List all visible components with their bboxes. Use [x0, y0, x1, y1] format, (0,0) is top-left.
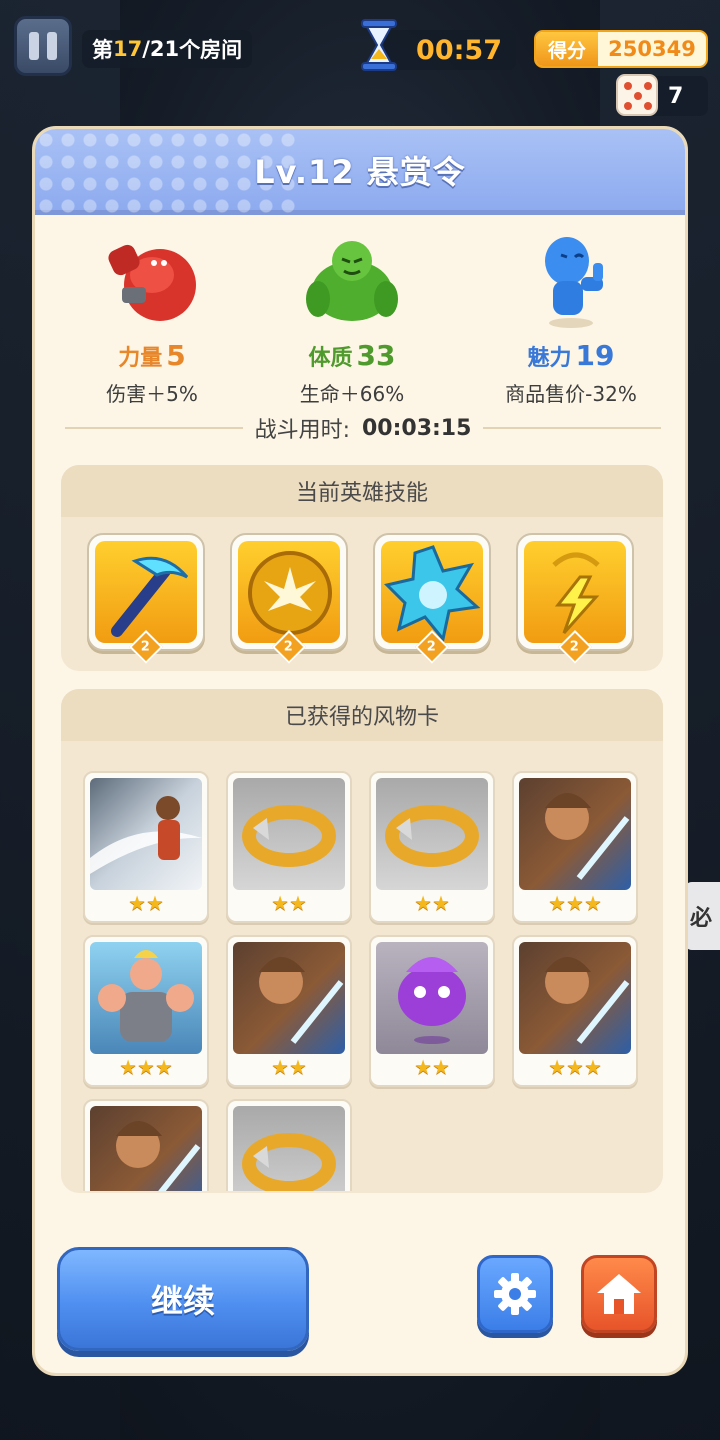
battle-time: 战斗用时: 00:03:15	[65, 413, 661, 444]
card-stars: ★★	[271, 1055, 307, 1079]
muscle-man-art	[90, 942, 202, 1054]
stat-strength: 力量 5 伤害＋5%	[57, 233, 247, 407]
card-blade-warrior[interactable]: ★★	[83, 771, 209, 923]
purple-ghost-art	[376, 942, 488, 1054]
panel-header: Lv.12 悬赏令	[35, 129, 685, 215]
dice-pip	[644, 82, 652, 90]
room-progress: 第 17/21 个房间	[82, 30, 253, 68]
dice-pip	[624, 102, 632, 110]
hero-skills-title: 当前英雄技能	[61, 465, 663, 517]
hero-skills-section: 当前英雄技能 2 2 2 2	[61, 465, 663, 671]
card-stars: ★★★	[119, 1055, 173, 1079]
settings-button[interactable]	[477, 1255, 553, 1333]
card-hero-swordsman[interactable]: ★★★	[512, 771, 638, 923]
ice-pickaxe-icon	[111, 556, 189, 637]
stat-constitution-value: 33	[356, 339, 396, 372]
score-display: 得分 250349	[534, 30, 708, 68]
stat-charm: 魅力 19 商品售价-32%	[471, 233, 671, 407]
card-muscle-man[interactable]: ★★★	[83, 935, 209, 1087]
skill-slot-frost-star[interactable]: 2	[373, 533, 491, 664]
stat-strength-value: 5	[166, 339, 186, 372]
frost-star-icon	[384, 545, 481, 643]
card-stars: ★★★	[548, 1055, 602, 1079]
card-hero-swordsman[interactable]: ★★★	[512, 935, 638, 1087]
stat-strength-label: 力量	[118, 346, 163, 371]
card-stars: ★★	[414, 891, 450, 915]
card-hero-swordsman[interactable]: ★★	[226, 935, 352, 1087]
stat-constitution-label: 体质	[308, 346, 353, 371]
continue-button[interactable]: 继续	[57, 1247, 309, 1351]
card-gold-ring[interactable]: ★★	[226, 771, 352, 923]
gear-icon	[494, 1273, 536, 1315]
card-gold-ring[interactable]	[226, 1099, 352, 1191]
pause-icon-bar-right	[47, 32, 57, 60]
stat-charm-value: 19	[575, 339, 615, 372]
continue-label: 继续	[150, 1282, 215, 1320]
room-current: 17	[113, 37, 143, 61]
room-prefix: 第	[92, 38, 113, 62]
battle-time-label: 战斗用时:	[254, 418, 350, 443]
dice-icon	[616, 74, 658, 116]
skill-slot-lightning-amulet[interactable]: 2	[516, 533, 634, 664]
card-purple-ghost[interactable]: ★★	[369, 935, 495, 1087]
score-value: 250349	[608, 37, 696, 61]
timer-value: 00:57	[416, 34, 502, 66]
gold-ring-art	[376, 778, 488, 890]
card-gold-ring[interactable]: ★★	[369, 771, 495, 923]
souvenir-cards-title: 已获得的风物卡	[61, 689, 663, 741]
dice-count: 7	[668, 83, 684, 109]
dice-pip	[634, 92, 642, 100]
dice-pip	[624, 82, 632, 90]
room-total: 21	[149, 37, 180, 61]
card-stars: ★★★	[548, 891, 602, 915]
hero-swordsman-art	[519, 778, 631, 890]
stat-charm-label: 魅力	[527, 346, 572, 371]
gold-ring-art	[233, 1106, 345, 1191]
green-muscle-monster-icon	[306, 241, 398, 321]
bounty-panel: Lv.12 悬赏令 力量 5 伤害＋5% 体质 33 生命＋66% 魅力 19 …	[32, 126, 688, 1376]
home-button[interactable]	[581, 1255, 657, 1333]
side-tip-tab[interactable]: 必	[684, 882, 720, 950]
souvenir-cards-section: 已获得的风物卡 ★★ ★★ ★★ ★★★ ★★★ ★★ ★★ ★★★	[61, 689, 663, 1193]
hourglass-icon	[361, 19, 397, 71]
skill-slot-ice-pickaxe[interactable]: 2	[87, 533, 205, 664]
side-tip-text: 必	[690, 906, 713, 931]
red-boxing-monster-icon	[108, 244, 196, 321]
stat-constitution-desc: 生命＋66%	[299, 382, 405, 406]
hero-swordsman-art	[233, 942, 345, 1054]
battle-time-value: 00:03:15	[361, 415, 472, 441]
card-stars: ★★	[271, 891, 307, 915]
stat-charm-desc: 商品售价-32%	[505, 382, 637, 406]
dice-counter: 7	[616, 74, 708, 116]
gold-ring-art	[233, 778, 345, 890]
home-icon	[597, 1274, 641, 1314]
skill-slot-gold-burst[interactable]: 2	[230, 533, 348, 664]
attribute-stats: 力量 5 伤害＋5% 体质 33 生命＋66% 魅力 19 商品售价-32%	[35, 233, 685, 406]
score-label: 得分	[536, 32, 598, 66]
card-grid[interactable]: ★★ ★★ ★★ ★★★ ★★★ ★★ ★★ ★★★	[83, 771, 643, 1191]
lightning-amulet-icon	[552, 552, 600, 634]
room-separator: /	[142, 37, 150, 61]
dice-pip	[644, 102, 652, 110]
stat-constitution: 体质 33 生命＋66%	[257, 233, 447, 407]
card-stars: ★★	[414, 1055, 450, 1079]
panel-title: Lv.12 悬赏令	[254, 152, 466, 191]
card-hero-swordsman[interactable]	[83, 1099, 209, 1191]
blue-thumbs-up-figure-icon	[545, 237, 603, 328]
countdown-timer: 00:57	[384, 30, 516, 70]
hero-swordsman-art	[519, 942, 631, 1054]
pause-icon-bar-left	[29, 32, 39, 60]
blade-warrior-art	[90, 778, 202, 890]
pause-button[interactable]	[14, 16, 72, 76]
room-suffix: 个房间	[179, 38, 243, 62]
gold-burst-orb-icon	[248, 551, 332, 635]
stat-strength-desc: 伤害＋5%	[106, 382, 198, 406]
card-stars: ★★	[128, 891, 164, 915]
hero-swordsman-art	[90, 1106, 202, 1191]
